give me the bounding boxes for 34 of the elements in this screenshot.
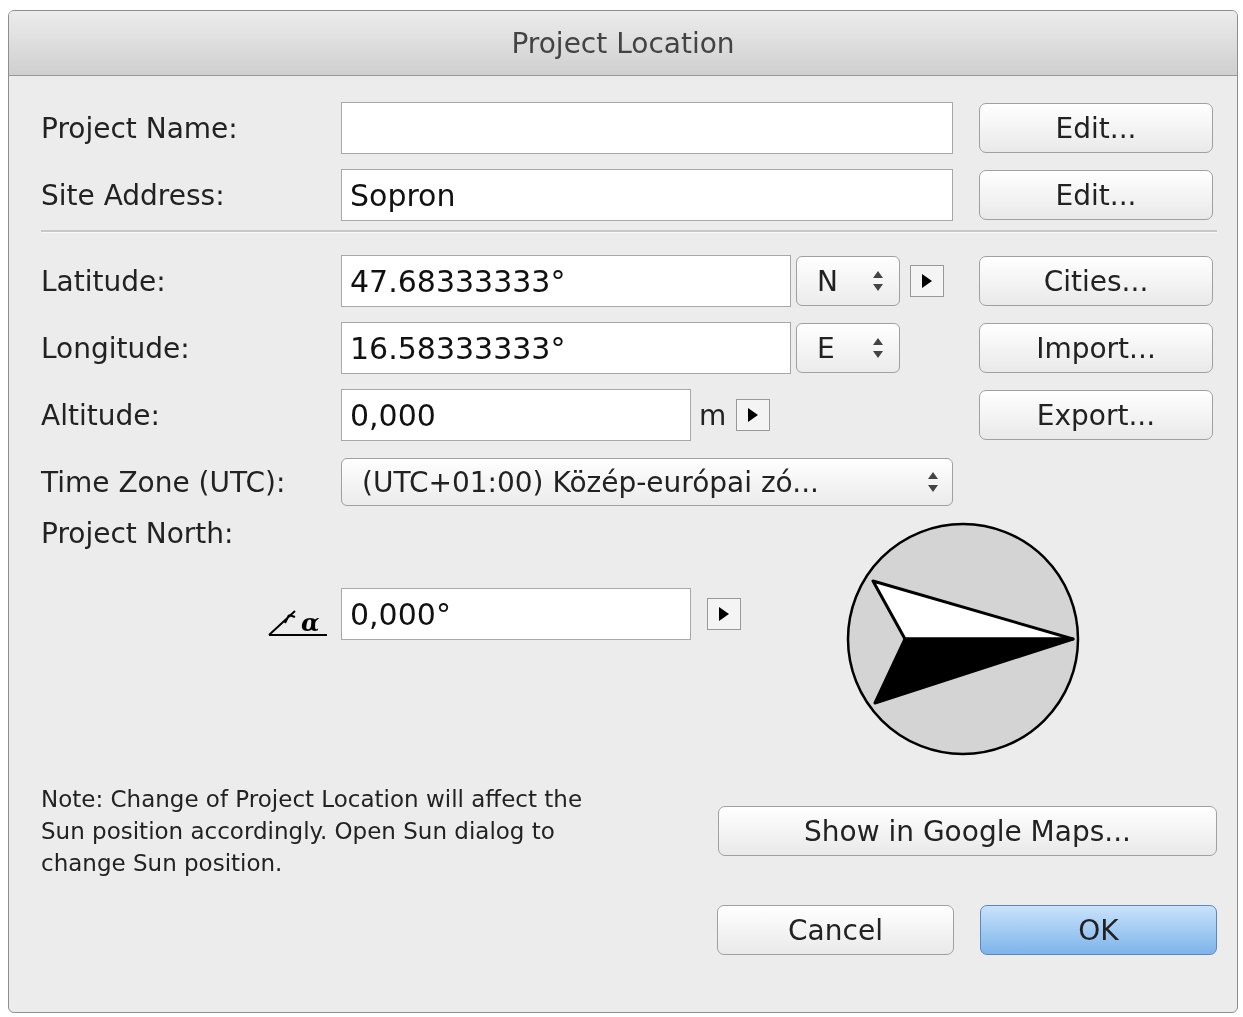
field-label: Site Address: <box>41 178 226 212</box>
location-button[interactable]: Cities... <box>979 256 1213 306</box>
maps-button[interactable]: Show in Google Maps... <box>718 806 1217 856</box>
hemisphere-popup[interactable]: E <box>796 323 900 373</box>
unit-label: m <box>699 398 727 432</box>
edit-button[interactable]: Edit... <box>979 170 1213 220</box>
field-label: Longitude: <box>41 331 191 365</box>
input-field[interactable] <box>341 102 953 154</box>
ok-button[interactable]: OK <box>980 905 1217 955</box>
location-button[interactable]: Export... <box>979 390 1213 440</box>
triangle-icon <box>921 274 933 288</box>
compass-drawing[interactable] <box>845 521 1081 757</box>
hemisphere-popup[interactable]: N <box>796 256 900 306</box>
cancel-button[interactable]: Cancel <box>717 905 954 955</box>
triangle-icon <box>747 408 760 422</box>
window-title: Project Location <box>511 26 735 60</box>
menu-arrow-button[interactable] <box>910 265 944 297</box>
input-field[interactable]: 16.58333333° <box>341 322 791 374</box>
field-label: Project North: <box>41 517 235 550</box>
triangle-icon <box>718 607 730 621</box>
field-label: Time Zone (UTC): <box>41 465 287 499</box>
field-label: Latitude: <box>41 264 167 298</box>
note-text: Note: Change of Project Location will affect the Sun position accordingly. Open Sun dialog to change Sun position. <box>41 785 584 878</box>
input-field[interactable]: Sopron <box>341 169 953 221</box>
edit-button[interactable]: Edit... <box>979 103 1213 153</box>
field-label: Altitude: <box>41 398 161 432</box>
timezone-dropdown[interactable]: (UTC+01:00) Közép-európai zó... <box>341 458 953 506</box>
menu-arrow-button[interactable] <box>736 399 771 431</box>
field-label: Project Name: <box>41 111 239 145</box>
input-field[interactable]: 0,000 <box>341 389 691 441</box>
input-field[interactable]: 47.68333333° <box>341 255 791 307</box>
location-button[interactable]: Import... <box>979 323 1213 373</box>
menu-arrow-button[interactable] <box>707 598 741 630</box>
input-field[interactable]: 0,000° <box>341 588 691 640</box>
